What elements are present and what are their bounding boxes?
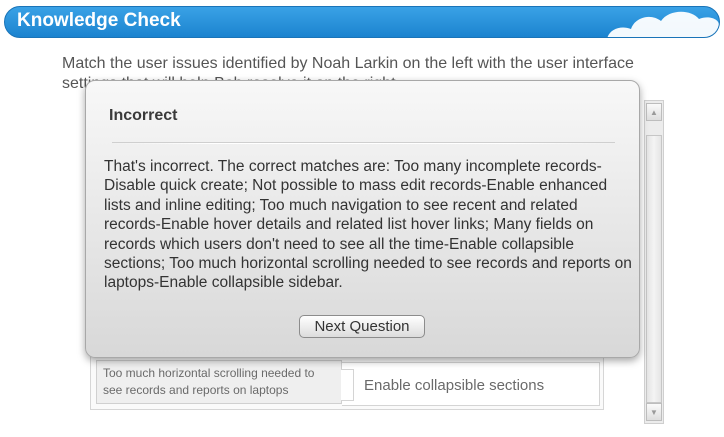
setting-item[interactable]: Enable collapsible sections xyxy=(341,362,600,406)
feedback-dialog: Incorrect That's incorrect. The correct … xyxy=(85,80,640,358)
scroll-thumb[interactable] xyxy=(646,135,662,403)
scrollbar[interactable]: ▲ ▼ xyxy=(644,100,664,424)
issue-item[interactable]: Too much horizontal scrolling needed to … xyxy=(96,360,342,404)
header-bar: Knowledge Check xyxy=(4,6,720,38)
divider xyxy=(112,142,615,144)
feedback-title: Incorrect xyxy=(109,107,178,124)
triangle-down-icon[interactable]: ▼ xyxy=(646,403,662,421)
cloud-icon xyxy=(607,11,719,37)
triangle-up-icon[interactable]: ▲ xyxy=(646,103,662,121)
page-title: Knowledge Check xyxy=(17,10,181,31)
next-question-button[interactable]: Next Question xyxy=(299,315,425,338)
feedback-message: That's incorrect. The correct matches ar… xyxy=(104,158,632,292)
